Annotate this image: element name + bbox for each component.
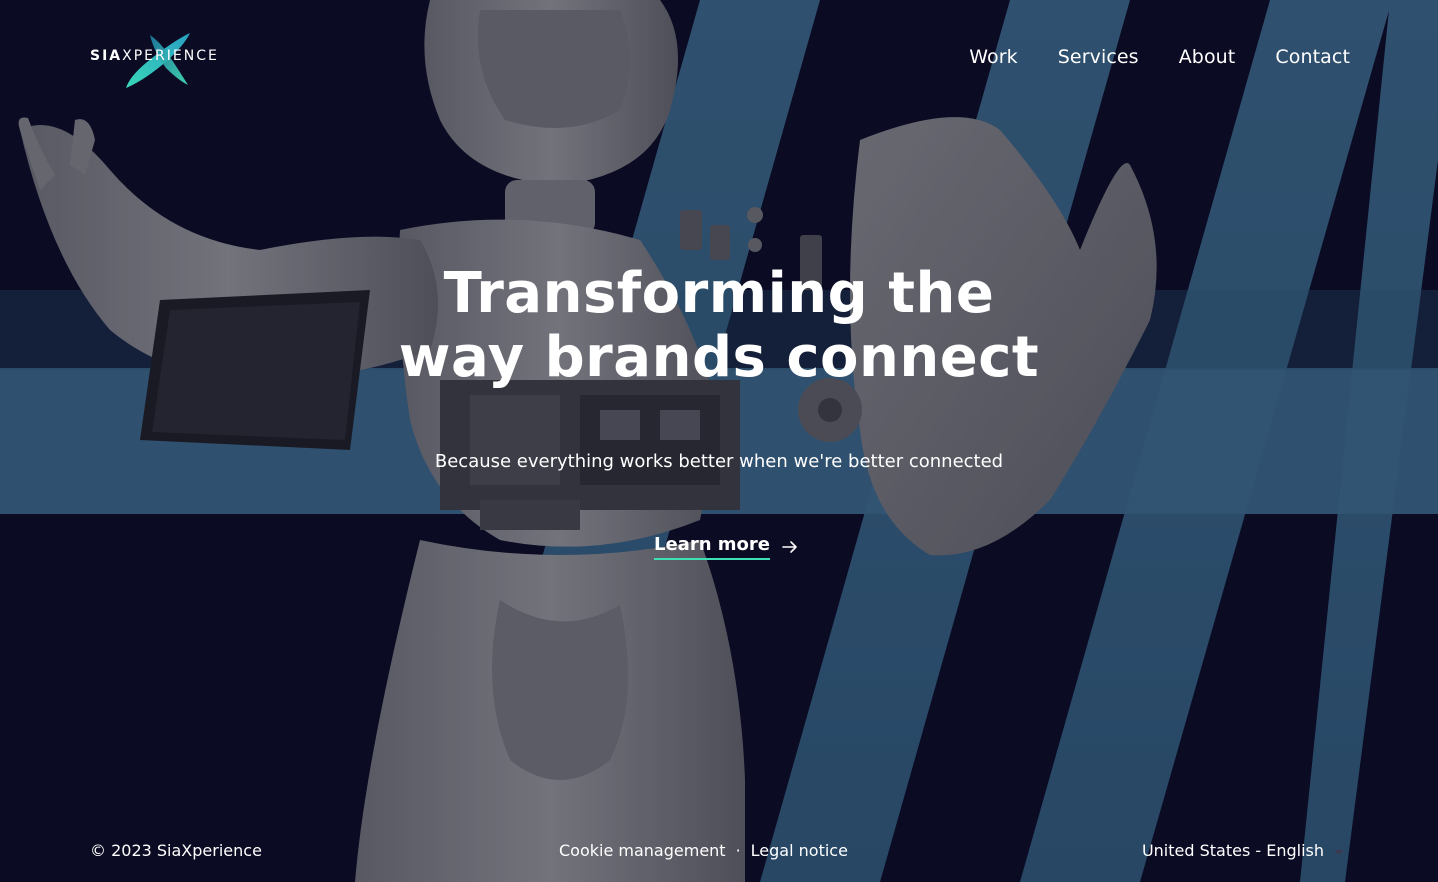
cookie-management-link[interactable]: Cookie management	[559, 841, 726, 861]
siaxperience-logo[interactable]: SIA XPERIENCE	[90, 30, 220, 92]
logo-text-suffix: XPERIENCE	[122, 48, 219, 64]
footer-links: Cookie management · Legal notice	[559, 841, 848, 861]
hero-heading-block: Transforming the way brands connect	[0, 262, 1438, 390]
legal-notice-link[interactable]: Legal notice	[751, 841, 848, 861]
hero-title-line-2: way brands connect	[398, 325, 1040, 390]
learn-more-label: Learn more	[654, 533, 770, 560]
hero-background-image	[0, 0, 1438, 882]
hero-title-line-1: Transforming the	[443, 261, 995, 326]
locale-selector[interactable]: United States - English	[1142, 841, 1344, 861]
logo-text-prefix: SIA	[90, 48, 123, 64]
arrow-right-icon	[782, 540, 797, 553]
page: SIA XPERIENCE Work Services About Contact…	[0, 0, 1438, 882]
nav-link-services[interactable]: Services	[1058, 46, 1139, 68]
hero-title: Transforming the way brands connect	[0, 262, 1438, 390]
hero-subtitle: Because everything works better when we'…	[434, 451, 1004, 472]
caret-down-icon	[1334, 849, 1344, 855]
main-nav: Work Services About Contact	[969, 44, 1350, 70]
copyright-text: © 2023 SiaXperience	[90, 841, 262, 860]
nav-link-contact[interactable]: Contact	[1275, 46, 1350, 68]
footer-separator: ·	[735, 841, 741, 860]
learn-more-link[interactable]: Learn more	[654, 533, 798, 560]
nav-link-about[interactable]: About	[1179, 46, 1236, 68]
locale-label: United States - English	[1141, 841, 1324, 860]
nav-link-work[interactable]: Work	[969, 46, 1018, 68]
